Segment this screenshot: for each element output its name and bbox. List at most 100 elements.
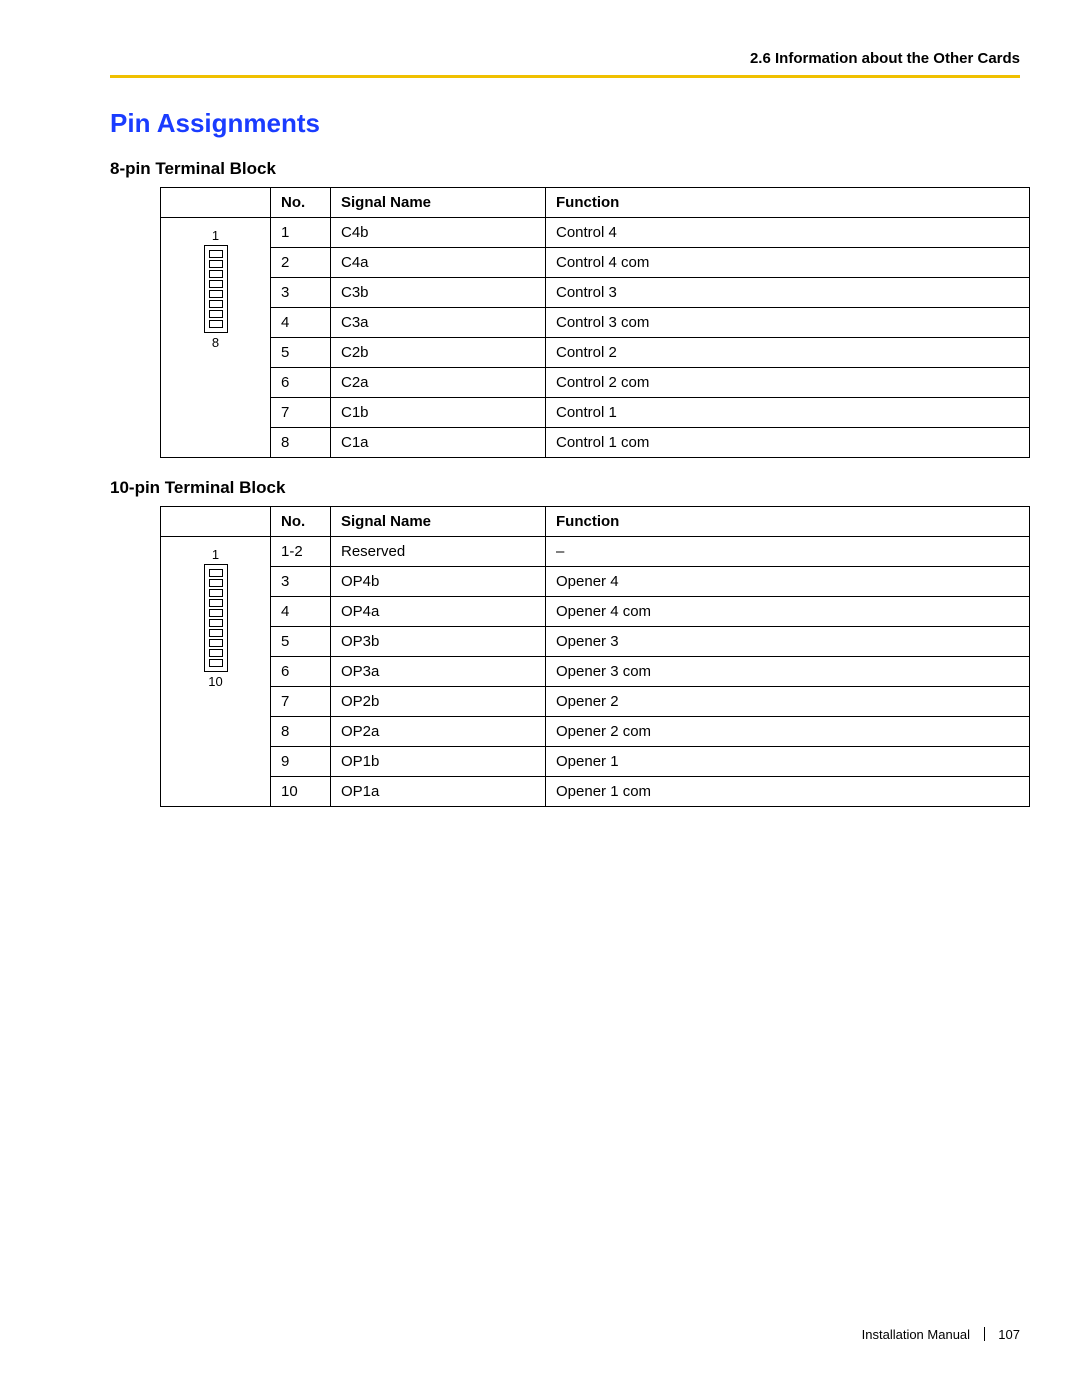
table-row: 5C2bControl 2 bbox=[161, 338, 1030, 368]
cell-no: 9 bbox=[271, 747, 331, 777]
table-row: 7OP2bOpener 2 bbox=[161, 687, 1030, 717]
cell-func: Control 4 com bbox=[546, 248, 1030, 278]
cell-signal: Reserved bbox=[331, 537, 546, 567]
cell-func: Opener 4 com bbox=[546, 597, 1030, 627]
connector-diagram: 1 10 bbox=[204, 547, 228, 689]
cell-signal: OP3b bbox=[331, 627, 546, 657]
cell-func: Opener 3 com bbox=[546, 657, 1030, 687]
block10-body: 1 10 1-2Reserved–3OP4bOpener 44OP4aOpene… bbox=[161, 537, 1030, 807]
cell-no: 3 bbox=[271, 567, 331, 597]
connector-diagram: 1 8 bbox=[204, 228, 228, 350]
cell-func: Control 1 com bbox=[546, 428, 1030, 458]
diagram-cell: 1 10 bbox=[161, 537, 271, 807]
connector-bottom-label: 10 bbox=[204, 674, 228, 689]
cell-func: Opener 2 bbox=[546, 687, 1030, 717]
connector-body bbox=[204, 245, 228, 333]
cell-signal: C3a bbox=[331, 308, 546, 338]
table-header-row: No. Signal Name Function bbox=[161, 507, 1030, 537]
header-section: 2.6 Information about the Other Cards bbox=[110, 50, 1020, 67]
cell-no: 6 bbox=[271, 368, 331, 398]
header-rule bbox=[110, 75, 1020, 78]
footer-separator bbox=[984, 1327, 985, 1341]
cell-func: – bbox=[546, 537, 1030, 567]
col-signal: Signal Name bbox=[331, 188, 546, 218]
cell-signal: C2a bbox=[331, 368, 546, 398]
cell-no: 2 bbox=[271, 248, 331, 278]
block10-heading: 10-pin Terminal Block bbox=[110, 478, 1020, 498]
cell-no: 5 bbox=[271, 338, 331, 368]
cell-no: 8 bbox=[271, 428, 331, 458]
cell-signal: C2b bbox=[331, 338, 546, 368]
block10-table: No. Signal Name Function 1 10 1-2Reserve… bbox=[160, 506, 1030, 807]
cell-func: Control 2 bbox=[546, 338, 1030, 368]
cell-no: 6 bbox=[271, 657, 331, 687]
cell-func: Control 3 bbox=[546, 278, 1030, 308]
footer-manual: Installation Manual bbox=[862, 1327, 970, 1342]
table-row: 2C4aControl 4 com bbox=[161, 248, 1030, 278]
connector-bottom-label: 8 bbox=[204, 335, 228, 350]
cell-signal: OP1a bbox=[331, 777, 546, 807]
cell-signal: C1b bbox=[331, 398, 546, 428]
cell-signal: OP4a bbox=[331, 597, 546, 627]
table-row: 1 8 1C4bControl 4 bbox=[161, 218, 1030, 248]
table-row: 9OP1bOpener 1 bbox=[161, 747, 1030, 777]
col-func: Function bbox=[546, 507, 1030, 537]
cell-signal: OP1b bbox=[331, 747, 546, 777]
cell-func: Opener 2 com bbox=[546, 717, 1030, 747]
table-row: 7C1bControl 1 bbox=[161, 398, 1030, 428]
cell-signal: C4b bbox=[331, 218, 546, 248]
footer: Installation Manual 107 bbox=[110, 1327, 1020, 1342]
cell-func: Control 2 com bbox=[546, 368, 1030, 398]
table-row: 3C3bControl 3 bbox=[161, 278, 1030, 308]
cell-signal: C4a bbox=[331, 248, 546, 278]
connector-top-label: 1 bbox=[204, 547, 228, 562]
block8-body: 1 8 1C4bControl 42C4aControl 4 com3C3bCo… bbox=[161, 218, 1030, 458]
cell-no: 1-2 bbox=[271, 537, 331, 567]
cell-no: 3 bbox=[271, 278, 331, 308]
table-row: 8OP2aOpener 2 com bbox=[161, 717, 1030, 747]
col-no: No. bbox=[271, 188, 331, 218]
cell-no: 8 bbox=[271, 717, 331, 747]
table-row: 8C1aControl 1 com bbox=[161, 428, 1030, 458]
cell-no: 5 bbox=[271, 627, 331, 657]
table-row: 6C2aControl 2 com bbox=[161, 368, 1030, 398]
cell-signal: OP3a bbox=[331, 657, 546, 687]
diagram-header bbox=[161, 188, 271, 218]
table-row: 3OP4bOpener 4 bbox=[161, 567, 1030, 597]
cell-no: 10 bbox=[271, 777, 331, 807]
cell-func: Opener 1 com bbox=[546, 777, 1030, 807]
table-row: 4OP4aOpener 4 com bbox=[161, 597, 1030, 627]
connector-top-label: 1 bbox=[204, 228, 228, 243]
cell-func: Control 4 bbox=[546, 218, 1030, 248]
table-row: 6OP3aOpener 3 com bbox=[161, 657, 1030, 687]
cell-func: Opener 3 bbox=[546, 627, 1030, 657]
diagram-cell: 1 8 bbox=[161, 218, 271, 458]
page-title: Pin Assignments bbox=[110, 108, 1020, 139]
table-header-row: No. Signal Name Function bbox=[161, 188, 1030, 218]
col-no: No. bbox=[271, 507, 331, 537]
diagram-header bbox=[161, 507, 271, 537]
cell-func: Opener 1 bbox=[546, 747, 1030, 777]
cell-signal: C3b bbox=[331, 278, 546, 308]
cell-func: Control 3 com bbox=[546, 308, 1030, 338]
block8-heading: 8-pin Terminal Block bbox=[110, 159, 1020, 179]
table-row: 5OP3bOpener 3 bbox=[161, 627, 1030, 657]
cell-func: Control 1 bbox=[546, 398, 1030, 428]
cell-no: 4 bbox=[271, 597, 331, 627]
block8-table: No. Signal Name Function 1 8 1C4bControl… bbox=[160, 187, 1030, 458]
cell-signal: OP4b bbox=[331, 567, 546, 597]
col-func: Function bbox=[546, 188, 1030, 218]
cell-signal: OP2b bbox=[331, 687, 546, 717]
table-row: 10OP1aOpener 1 com bbox=[161, 777, 1030, 807]
table-row: 4C3aControl 3 com bbox=[161, 308, 1030, 338]
cell-signal: C1a bbox=[331, 428, 546, 458]
footer-page: 107 bbox=[998, 1327, 1020, 1342]
cell-no: 7 bbox=[271, 398, 331, 428]
cell-no: 4 bbox=[271, 308, 331, 338]
cell-signal: OP2a bbox=[331, 717, 546, 747]
cell-func: Opener 4 bbox=[546, 567, 1030, 597]
table-row: 1 10 1-2Reserved– bbox=[161, 537, 1030, 567]
col-signal: Signal Name bbox=[331, 507, 546, 537]
connector-body bbox=[204, 564, 228, 672]
cell-no: 1 bbox=[271, 218, 331, 248]
